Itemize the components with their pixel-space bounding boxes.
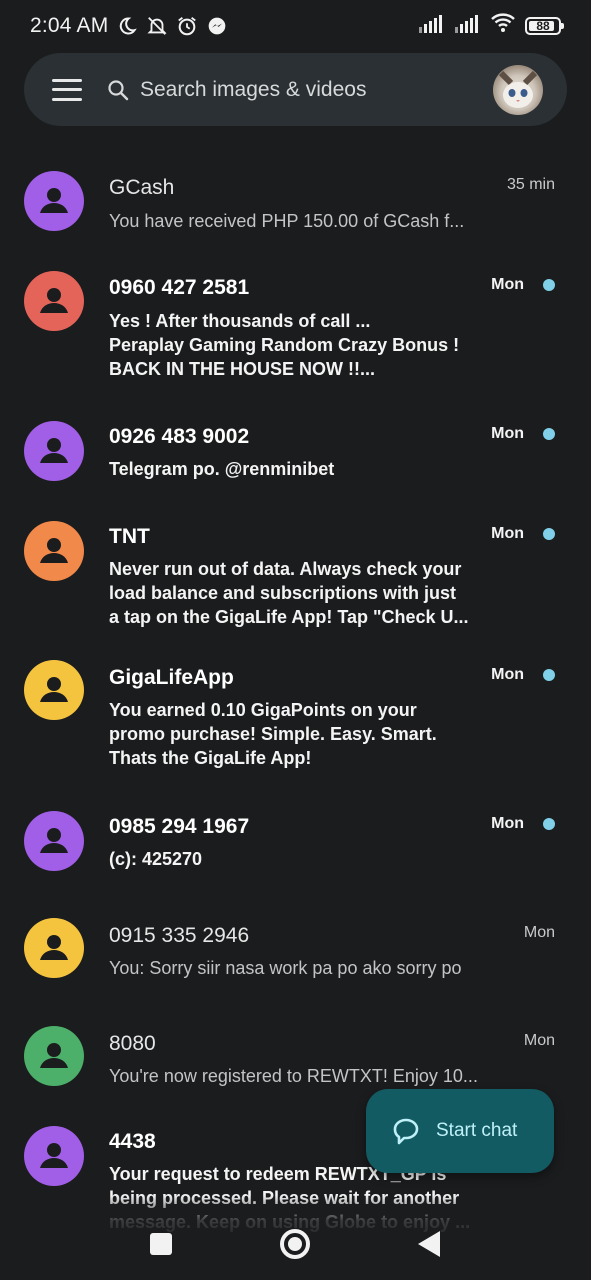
conversation-item[interactable]: GigaLifeApp You earned 0.10 GigaPoints on… bbox=[0, 640, 591, 780]
conversation-preview: Yes ! After thousands of call ... Perapl… bbox=[109, 311, 460, 379]
conversation-name: 0960 427 2581 bbox=[109, 276, 250, 299]
unread-indicator bbox=[543, 528, 555, 540]
notifications-off-icon bbox=[146, 15, 168, 37]
conversation-name: 4438 bbox=[109, 1130, 156, 1153]
recents-button[interactable] bbox=[150, 1233, 172, 1255]
navigation-bar bbox=[0, 1215, 591, 1275]
unread-indicator bbox=[543, 428, 555, 440]
back-button[interactable] bbox=[418, 1231, 440, 1257]
conversation-preview: You: Sorry siir nasa work pa po ako sorr… bbox=[109, 958, 462, 978]
chat-bubble-icon bbox=[393, 1118, 419, 1145]
unread-indicator bbox=[543, 818, 555, 830]
conversation-name: 0926 483 9002 bbox=[109, 425, 250, 448]
account-avatar[interactable] bbox=[493, 64, 543, 115]
battery-icon: 88 bbox=[525, 17, 564, 35]
conversation-item[interactable]: TNT Never run out of data. Always check … bbox=[0, 500, 591, 640]
conversation-preview: Never run out of data. Always check your… bbox=[109, 559, 469, 627]
search-icon bbox=[108, 79, 129, 100]
conversation-timestamp: Mon bbox=[491, 425, 524, 442]
contact-avatar[interactable] bbox=[24, 521, 84, 581]
person-icon bbox=[40, 538, 68, 563]
person-icon bbox=[40, 288, 68, 313]
conversation-name: GigaLifeApp bbox=[109, 666, 234, 689]
wifi-icon bbox=[491, 13, 515, 39]
conversation-timestamp: 35 min bbox=[506, 176, 555, 193]
alarm-icon bbox=[176, 15, 198, 37]
unread-indicator bbox=[543, 279, 555, 291]
contact-avatar[interactable] bbox=[24, 811, 84, 871]
contact-avatar[interactable] bbox=[24, 918, 84, 978]
home-button[interactable] bbox=[280, 1229, 310, 1259]
conversation-preview: You have received PHP 150.00 of GCash f.… bbox=[109, 211, 465, 231]
conversation-preview: You earned 0.10 GigaPoints on your promo… bbox=[109, 700, 437, 768]
person-icon bbox=[40, 935, 68, 960]
conversation-item[interactable]: 0960 427 2581 Yes ! After thousands of ca… bbox=[0, 250, 591, 390]
start-chat-label: Start chat bbox=[436, 1120, 518, 1141]
conversation-timestamp: Mon bbox=[491, 276, 524, 293]
unread-indicator bbox=[543, 669, 555, 681]
conversation-timestamp: Mon bbox=[523, 924, 555, 941]
conversation-name: 0985 294 1967 bbox=[109, 815, 250, 838]
status-bar: 2:04 AM 88 bbox=[0, 0, 591, 52]
conversation-name: GCash bbox=[109, 176, 175, 199]
conversation-timestamp: Mon bbox=[491, 666, 524, 683]
signal-icon bbox=[455, 13, 481, 39]
search-bar[interactable]: Search images & videos bbox=[24, 53, 567, 126]
status-left: 2:04 AM bbox=[30, 14, 228, 38]
contact-avatar[interactable] bbox=[24, 421, 84, 481]
battery-level: 88 bbox=[536, 19, 550, 33]
person-icon bbox=[40, 1143, 68, 1168]
contact-avatar[interactable] bbox=[24, 1126, 84, 1186]
conversation-name: 8080 bbox=[109, 1032, 156, 1055]
person-icon bbox=[40, 828, 68, 853]
conversation-timestamp: Mon bbox=[523, 1032, 555, 1049]
status-time: 2:04 AM bbox=[30, 14, 109, 37]
person-icon bbox=[40, 188, 68, 213]
person-icon bbox=[40, 677, 68, 702]
contact-avatar[interactable] bbox=[24, 171, 84, 231]
conversation-preview: You're now registered to REWTXT! Enjoy 1… bbox=[109, 1066, 478, 1086]
search-input[interactable]: Search images & videos bbox=[140, 78, 366, 102]
contact-avatar[interactable] bbox=[24, 660, 84, 720]
messenger-icon bbox=[206, 15, 228, 37]
status-right: 88 bbox=[419, 13, 564, 39]
menu-icon[interactable] bbox=[52, 78, 82, 101]
conversation-timestamp: Mon bbox=[491, 815, 524, 832]
conversation-name: TNT bbox=[109, 525, 150, 548]
conversation-name: 0915 335 2946 bbox=[109, 924, 250, 947]
start-chat-button[interactable]: Start chat bbox=[366, 1089, 554, 1173]
person-icon bbox=[40, 438, 68, 463]
signal-icon bbox=[419, 13, 445, 39]
conversation-preview: (c): 425270 bbox=[109, 849, 203, 869]
person-icon bbox=[40, 1043, 68, 1068]
contact-avatar[interactable] bbox=[24, 271, 84, 331]
conversation-timestamp: Mon bbox=[491, 525, 524, 542]
moon-icon bbox=[116, 15, 138, 37]
contact-avatar[interactable] bbox=[24, 1026, 84, 1086]
conversation-preview: Telegram po. @renminibet bbox=[109, 459, 335, 479]
